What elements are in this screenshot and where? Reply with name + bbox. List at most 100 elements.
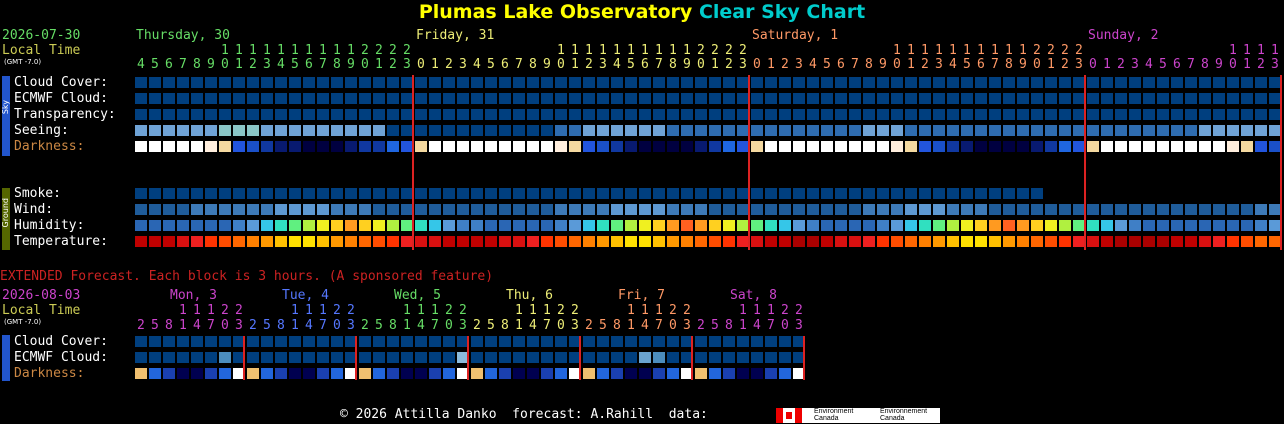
- extended-cloud-block: [667, 336, 679, 347]
- temperature-block: [947, 236, 959, 247]
- wind-block: [317, 204, 329, 215]
- extended-cloud-block: [149, 336, 161, 347]
- extended-ecmwf-block: [653, 352, 665, 363]
- humidity-block: [569, 220, 581, 231]
- darkness-block: [849, 141, 861, 152]
- wind-block: [807, 204, 819, 215]
- smoke-block: [639, 188, 651, 199]
- wind-block: [471, 204, 483, 215]
- wind-block: [1213, 204, 1225, 215]
- temperature-block: [793, 236, 805, 247]
- transparency-block: [317, 109, 329, 120]
- seeing-block: [261, 125, 273, 136]
- ecmwf-cloud-block: [919, 93, 931, 104]
- ecmwf-cloud-block: [667, 93, 679, 104]
- transparency-block: [1157, 109, 1169, 120]
- extended-darkness-block: [401, 368, 413, 379]
- extended-cloud-block: [471, 336, 483, 347]
- humidity-block: [905, 220, 917, 231]
- seeing-block: [975, 125, 987, 136]
- wind-block: [821, 204, 833, 215]
- smoke-block: [275, 188, 287, 199]
- wind-block: [457, 204, 469, 215]
- cloud-cover-block: [569, 77, 581, 88]
- extended-darkness-block: [303, 368, 315, 379]
- transparency-block: [135, 109, 147, 120]
- extended-cloud-block: [611, 336, 623, 347]
- wind-block: [541, 204, 553, 215]
- extended-ecmwf-block: [135, 352, 147, 363]
- smoke-block: [905, 188, 917, 199]
- darkness-block: [415, 141, 427, 152]
- temperature-block: [317, 236, 329, 247]
- temperature-block: [1059, 236, 1071, 247]
- transparency-block: [1227, 109, 1239, 120]
- transparency-block: [499, 109, 511, 120]
- transparency-block: [1031, 109, 1043, 120]
- seeing-block: [961, 125, 973, 136]
- wind-block: [765, 204, 777, 215]
- seeing-block: [275, 125, 287, 136]
- seeing-block: [233, 125, 245, 136]
- wind-block: [1003, 204, 1015, 215]
- seeing-block: [527, 125, 539, 136]
- temperature-block: [1199, 236, 1211, 247]
- extended-cloud-block: [541, 336, 553, 347]
- smoke-block: [317, 188, 329, 199]
- smoke-block: [569, 188, 581, 199]
- darkness-block: [485, 141, 497, 152]
- extended-cloud-block: [513, 336, 525, 347]
- transparency-block: [275, 109, 287, 120]
- cloud-cover-block: [303, 77, 315, 88]
- smoke-block: [863, 188, 875, 199]
- darkness-block: [765, 141, 777, 152]
- humidity-block: [695, 220, 707, 231]
- ecmwf-cloud-block: [233, 93, 245, 104]
- smoke-block: [737, 188, 749, 199]
- transparency-block: [429, 109, 441, 120]
- cloud-cover-block: [905, 77, 917, 88]
- wind-block: [849, 204, 861, 215]
- darkness-block: [205, 141, 217, 152]
- wind-block: [569, 204, 581, 215]
- seeing-block: [933, 125, 945, 136]
- seeing-block: [625, 125, 637, 136]
- humidity-block: [807, 220, 819, 231]
- cloud-cover-block: [849, 77, 861, 88]
- ecmwf-cloud-block: [961, 93, 973, 104]
- wind-block: [667, 204, 679, 215]
- humidity-block: [933, 220, 945, 231]
- cloud-cover-block: [611, 77, 623, 88]
- transparency-block: [779, 109, 791, 120]
- smoke-block: [177, 188, 189, 199]
- extended-cloud-block: [737, 336, 749, 347]
- extended-cloud-block: [597, 336, 609, 347]
- transparency-block: [1199, 109, 1211, 120]
- temperature-block: [233, 236, 245, 247]
- wind-block: [499, 204, 511, 215]
- transparency-block: [485, 109, 497, 120]
- ecmwf-cloud-block: [1199, 93, 1211, 104]
- ecmwf-cloud-block: [625, 93, 637, 104]
- smoke-block: [975, 188, 987, 199]
- cloud-cover-block: [1227, 77, 1239, 88]
- extended-cloud-block: [387, 336, 399, 347]
- cloud-cover-block: [219, 77, 231, 88]
- wind-block: [415, 204, 427, 215]
- transparency-block: [1073, 109, 1085, 120]
- extended-cloud-block: [639, 336, 651, 347]
- seeing-block: [345, 125, 357, 136]
- humidity-block: [723, 220, 735, 231]
- smoke-block: [821, 188, 833, 199]
- humidity-block: [555, 220, 567, 231]
- darkness-block: [835, 141, 847, 152]
- cloud-cover-block: [1059, 77, 1071, 88]
- ecmwf-cloud-block: [863, 93, 875, 104]
- extended-ecmwf-block: [485, 352, 497, 363]
- seeing-block: [919, 125, 931, 136]
- extended-cloud-block: [765, 336, 777, 347]
- darkness-block: [1115, 141, 1127, 152]
- transparency-block: [849, 109, 861, 120]
- ecmwf-cloud-block: [513, 93, 525, 104]
- ecmwf-cloud-block: [1269, 93, 1281, 104]
